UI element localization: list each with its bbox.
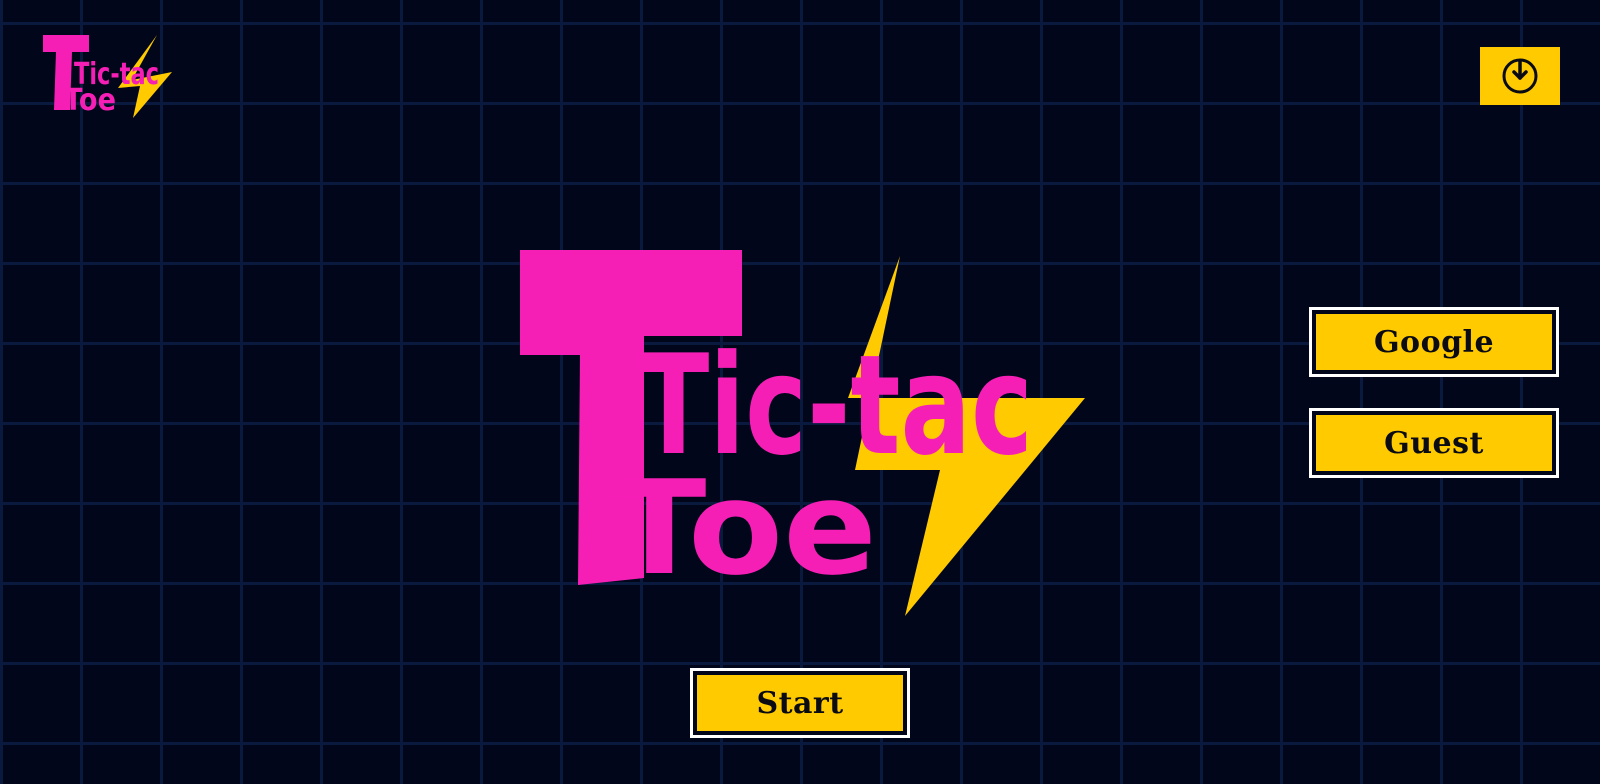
logo-line2: Toe	[612, 452, 877, 604]
small-logo[interactable]: Tic-tac Toe	[40, 32, 172, 118]
google-login-button[interactable]: Google	[1309, 307, 1559, 377]
main-logo: Tic-tac Toe	[520, 250, 1085, 616]
guest-login-button[interactable]: Guest	[1309, 408, 1559, 478]
start-button[interactable]: Start	[690, 668, 910, 738]
small-logo-line2: Toe	[64, 83, 116, 118]
power-button[interactable]	[1480, 47, 1560, 105]
power-icon	[1502, 58, 1538, 94]
